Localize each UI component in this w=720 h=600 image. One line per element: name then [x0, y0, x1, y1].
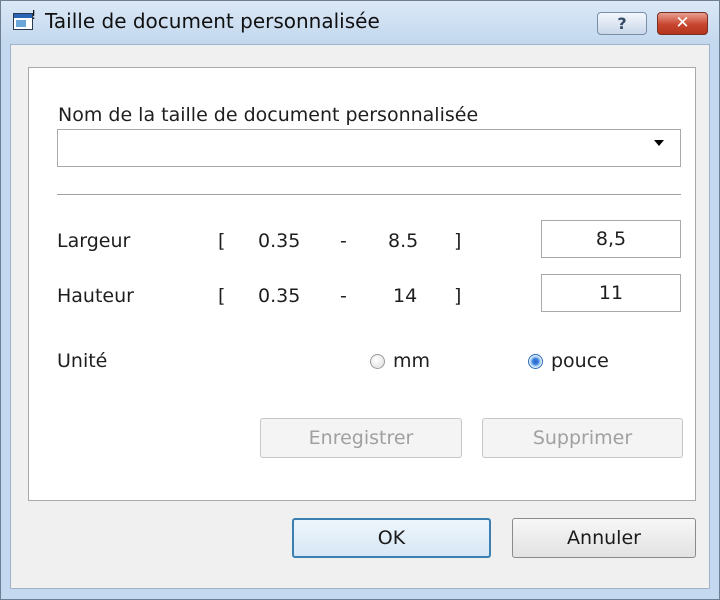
unit-label: Unité: [57, 350, 108, 372]
chevron-down-icon[interactable]: [654, 140, 664, 146]
height-range-close-bracket: ]: [454, 285, 462, 307]
width-label: Largeur: [57, 230, 131, 252]
unit-inch-label[interactable]: pouce: [551, 350, 609, 372]
width-range-close-bracket: ]: [454, 230, 462, 252]
help-icon: ?: [617, 14, 627, 33]
height-range-min: 0.35: [258, 285, 301, 307]
size-name-combobox[interactable]: [57, 129, 681, 167]
height-range-open-bracket: [: [218, 285, 226, 307]
width-range-min: 0.35: [258, 230, 301, 252]
width-range-max: 8.5: [388, 230, 419, 252]
cancel-button[interactable]: Annuler: [512, 518, 696, 558]
width-range-open-bracket: [: [218, 230, 226, 252]
height-range-max: 14: [393, 285, 418, 307]
help-button[interactable]: ?: [597, 12, 647, 35]
unit-mm-label[interactable]: mm: [393, 350, 430, 372]
unit-inch-radio[interactable]: [528, 354, 543, 369]
document-window-icon[interactable]: !: [13, 8, 36, 30]
ok-button[interactable]: OK: [292, 518, 491, 558]
unit-mm-radio[interactable]: [370, 354, 385, 369]
width-range-dash: -: [340, 230, 347, 252]
width-input[interactable]: 8,5: [541, 220, 681, 258]
size-name-label: Nom de la taille de document personnalis…: [58, 104, 479, 126]
height-label: Hauteur: [57, 285, 134, 307]
height-range-dash: -: [340, 285, 347, 307]
delete-button[interactable]: Supprimer: [482, 418, 683, 458]
window-title: Taille de document personnalisée: [45, 9, 380, 33]
separator: [57, 194, 681, 195]
height-input[interactable]: 11: [541, 274, 681, 312]
close-icon: ✕: [675, 13, 690, 33]
save-button[interactable]: Enregistrer: [260, 418, 462, 458]
close-button[interactable]: ✕: [657, 12, 708, 35]
